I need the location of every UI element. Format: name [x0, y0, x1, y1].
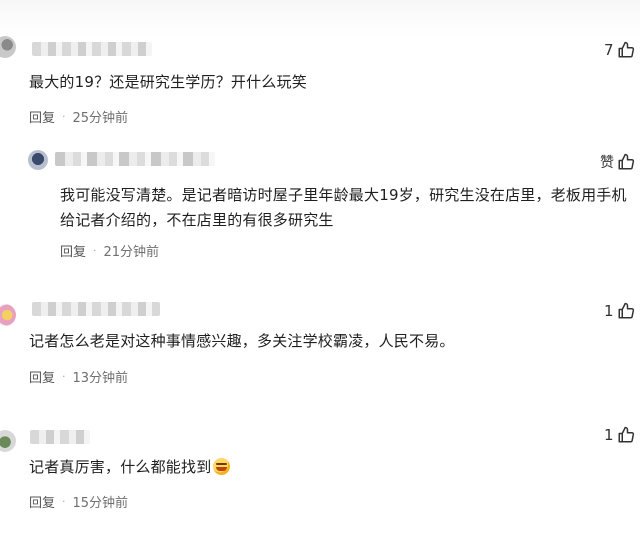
- separator-dot: ·: [62, 110, 66, 123]
- grinning-squint-emoji-icon: [213, 458, 231, 475]
- reply-button[interactable]: 回复: [60, 241, 86, 260]
- comment-text-line-1: 我可能没写清楚。是记者暗访时屋子里年龄最大19岁，研究生没在店里，老板用手机: [60, 186, 627, 204]
- username-blurred[interactable]: [30, 430, 90, 444]
- comment-4: 记者真厉害，什么都能找到 回复 · 15分钟前 1: [0, 400, 640, 551]
- avatar[interactable]: [0, 304, 16, 326]
- comment-text-line-2: 给记者介绍的，不在店里的有很多研究生: [60, 211, 334, 229]
- comment-2: 我可能没写清楚。是记者暗访时屋子里年龄最大19岁，研究生没在店里，老板用手机 给…: [0, 140, 640, 270]
- avatar[interactable]: [0, 430, 16, 452]
- timestamp: 15分钟前: [72, 496, 129, 511]
- comment-3: 记者怎么老是对这种事情感兴趣，多关注学校霸凌，人民不易。 回复 · 13分钟前 …: [0, 270, 640, 400]
- timestamp: 25分钟前: [72, 111, 129, 126]
- comment-meta: 回复 · 25分钟前: [29, 107, 128, 126]
- timestamp: 21分钟前: [103, 245, 160, 260]
- like-button[interactable]: 1: [604, 302, 635, 320]
- separator-dot: ·: [62, 495, 66, 508]
- comment-meta: 回复 · 13分钟前: [29, 367, 128, 386]
- separator-dot: ·: [93, 244, 97, 257]
- comment-1: 最大的19？还是研究生学历？开什么玩笑 回复 · 25分钟前 7: [0, 0, 640, 140]
- comment-text-content: 记者真厉害，什么都能找到: [29, 458, 212, 476]
- comment-meta: 回复 · 21分钟前: [60, 241, 159, 260]
- thumbs-up-icon: [617, 41, 635, 59]
- comment-meta: 回复 · 15分钟前: [29, 492, 128, 511]
- like-button[interactable]: 1: [604, 426, 635, 444]
- like-count: 1: [604, 426, 614, 444]
- like-label: 赞: [600, 155, 614, 171]
- thumbs-up-icon: [617, 302, 635, 320]
- comment-text: 记者真厉害，什么都能找到: [29, 454, 231, 481]
- thumbs-up-icon: [617, 153, 635, 171]
- like-count: 1: [604, 302, 614, 320]
- timestamp: 13分钟前: [72, 371, 129, 386]
- like-count: 7: [604, 41, 614, 59]
- comment-text: 最大的19？还是研究生学历？开什么玩笑: [29, 73, 307, 91]
- thumbs-up-icon: [617, 426, 635, 444]
- separator-dot: ·: [62, 370, 66, 383]
- username-blurred[interactable]: [32, 302, 160, 316]
- reply-button[interactable]: 回复: [29, 107, 55, 126]
- like-button[interactable]: 7: [604, 41, 635, 59]
- comment-text: 记者怎么老是对这种事情感兴趣，多关注学校霸凌，人民不易。: [29, 332, 455, 350]
- like-button[interactable]: 赞: [600, 152, 635, 172]
- username-blurred[interactable]: [32, 42, 152, 56]
- reply-button[interactable]: 回复: [29, 492, 55, 511]
- username-blurred[interactable]: [55, 152, 215, 166]
- avatar[interactable]: [28, 150, 48, 170]
- avatar[interactable]: [0, 36, 16, 58]
- reply-button[interactable]: 回复: [29, 367, 55, 386]
